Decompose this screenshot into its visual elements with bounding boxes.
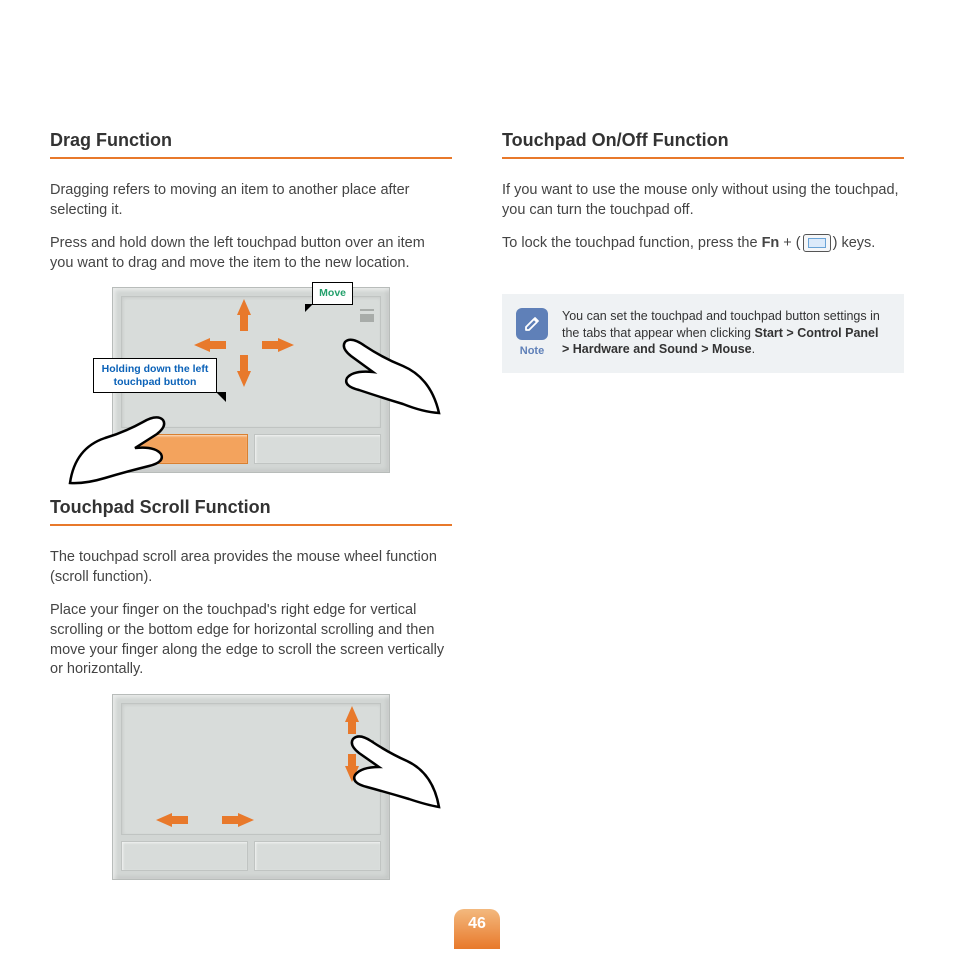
arrow-up-icon: [237, 299, 251, 315]
paragraph: Dragging refers to moving an item to ano…: [50, 181, 452, 220]
scroll-ridge-icon: [360, 309, 374, 316]
heading-divider: [50, 157, 452, 159]
heading-onoff-function: Touchpad On/Off Function: [502, 130, 904, 151]
left-column: Drag Function Dragging refers to moving …: [50, 130, 452, 904]
hand-right-icon: [311, 328, 441, 418]
heading-scroll-function: Touchpad Scroll Function: [50, 497, 452, 518]
touchpad-left-button: [121, 841, 248, 871]
pencil-note-icon: [516, 308, 548, 340]
arrow-up-icon: [345, 706, 359, 722]
heading-divider: [50, 524, 452, 526]
arrow-left-icon: [208, 341, 226, 349]
paragraph: To lock the touchpad function, press the…: [502, 234, 904, 254]
illustration-drag: Holding down the left touchpad button Mo…: [50, 287, 452, 473]
note-box: Note You can set the touchpad and touchp…: [502, 294, 904, 373]
touchpad-right-button: [254, 841, 381, 871]
hand-right-icon: [321, 725, 441, 815]
arrow-left-icon: [156, 813, 172, 827]
heading-drag-function: Drag Function: [50, 130, 452, 151]
heading-divider: [502, 157, 904, 159]
touchpad-right-button: [254, 434, 381, 464]
note-text: You can set the touchpad and touchpad bu…: [562, 308, 888, 359]
callout-move: Move: [312, 282, 353, 305]
right-column: Touchpad On/Off Function If you want to …: [502, 130, 904, 904]
note-label: Note: [516, 344, 548, 359]
page-number: 46: [454, 909, 500, 949]
arrow-down-icon: [237, 371, 251, 387]
paragraph: The touchpad scroll area provides the mo…: [50, 548, 452, 587]
arrow-right-icon: [238, 813, 254, 827]
arrow-left-icon: [194, 338, 210, 352]
illustration-scroll: [50, 694, 452, 880]
arrow-left-icon: [170, 816, 188, 824]
paragraph: Press and hold down the left touchpad bu…: [50, 234, 452, 273]
paragraph: Place your finger on the touchpad's righ…: [50, 601, 452, 679]
arrow-up-icon: [240, 313, 248, 331]
paragraph: If you want to use the mouse only withou…: [502, 181, 904, 220]
hand-left-icon: [65, 408, 195, 488]
arrow-right-icon: [278, 338, 294, 352]
touchpad-lock-key-icon: [803, 234, 831, 252]
callout-hold: Holding down the left touchpad button: [93, 358, 217, 393]
